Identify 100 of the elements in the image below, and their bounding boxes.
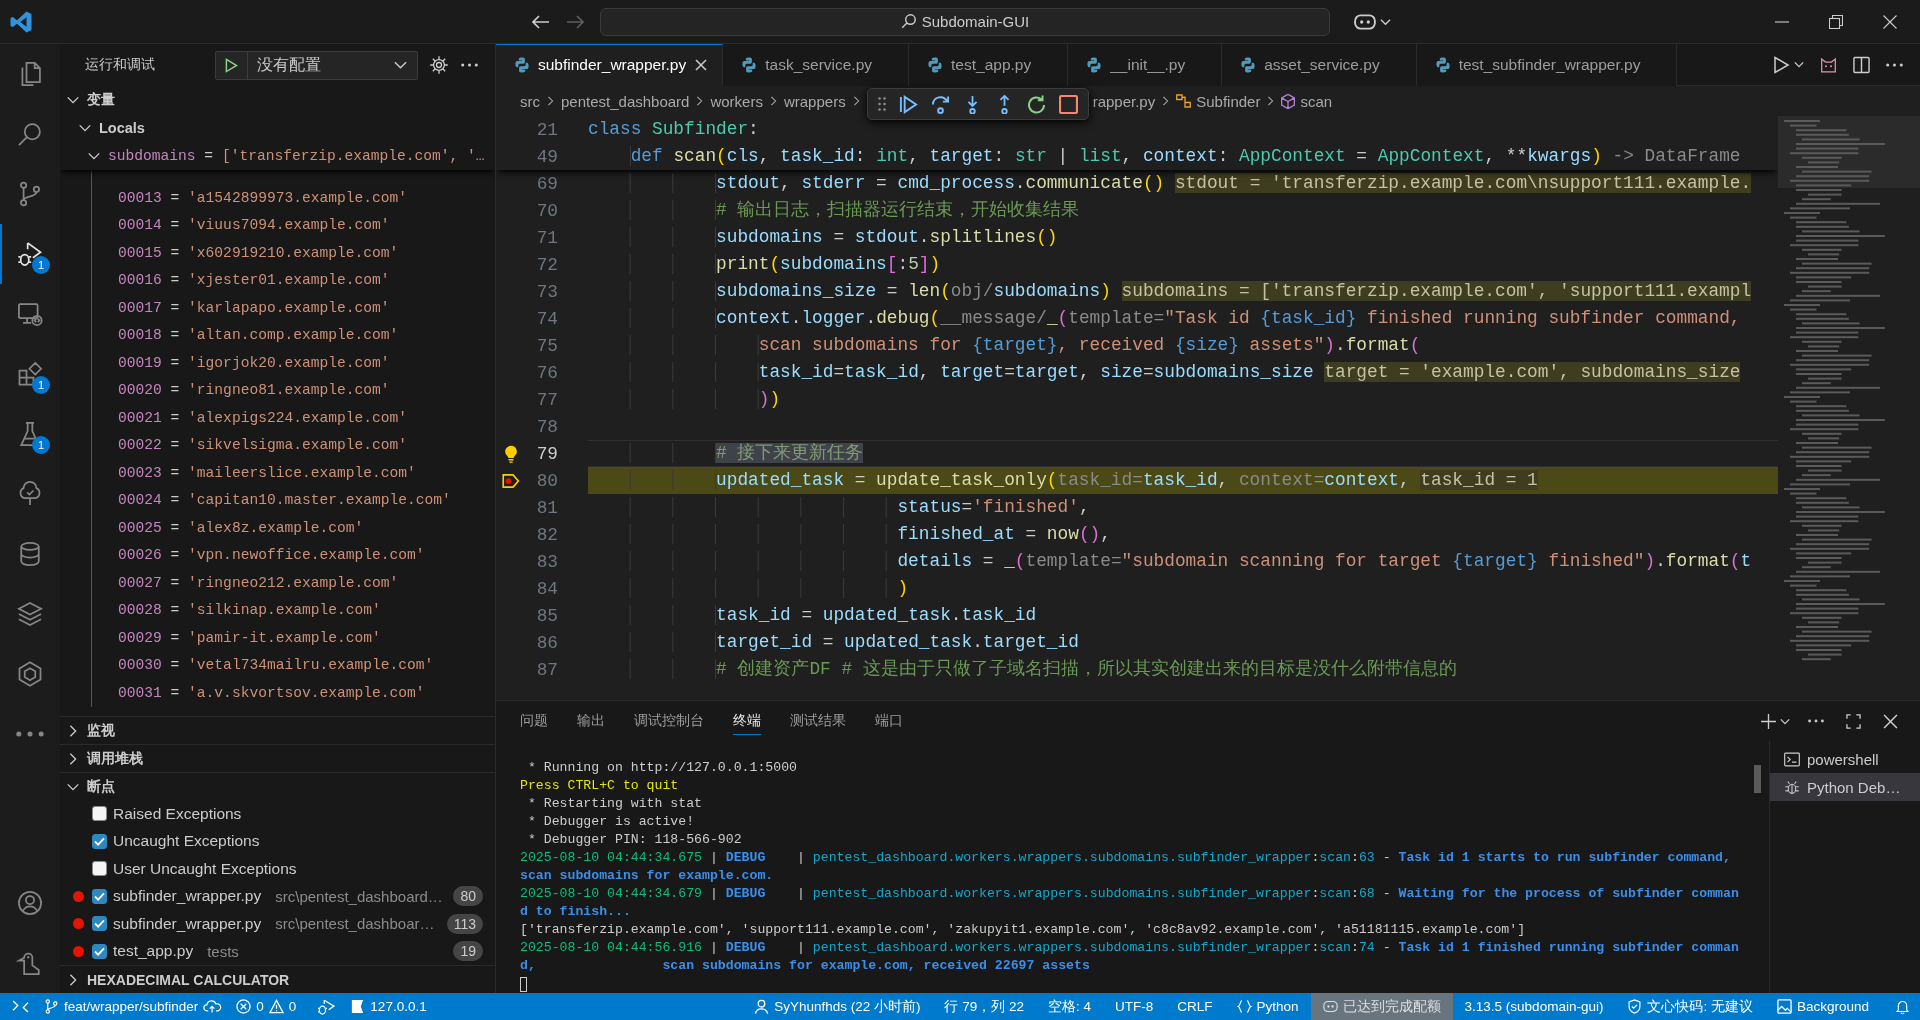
variable-entry[interactable]: 00014 = 'viuus7094.example.com': [118, 217, 390, 234]
lightbulb-icon[interactable]: [502, 444, 520, 463]
close-icon[interactable]: [695, 59, 708, 71]
language-status[interactable]: Python: [1224, 993, 1311, 1020]
checkbox[interactable]: [92, 888, 107, 904]
checkbox[interactable]: [92, 861, 107, 877]
variable-entry[interactable]: 00029 = 'pamir-it.example.com': [118, 629, 381, 646]
variable-entry[interactable]: 00020 = 'ringneo81.example.com': [118, 382, 390, 399]
stop-icon[interactable]: [1058, 94, 1078, 114]
variable-entry[interactable]: subdomains = ['transferzip.example.com', '…: [108, 148, 485, 164]
run-icon[interactable]: [1773, 55, 1790, 74]
variable-entry[interactable]: 00015 = 'x602919210.example.com': [118, 244, 399, 261]
settings-icon[interactable]: [429, 55, 449, 75]
variable-entry[interactable]: 00028 = 'silkinap.example.com': [118, 602, 381, 619]
author-status[interactable]: SyYhunfhds (22 小时前): [742, 993, 933, 1020]
variable-entry[interactable]: 00021 = 'alexpigs224.example.com': [118, 409, 408, 426]
caret-icon[interactable]: [1780, 717, 1790, 725]
background-status[interactable]: Background: [1764, 993, 1881, 1020]
terminal-session-item[interactable]: powershell: [1770, 745, 1920, 773]
monitor-icon[interactable]: [16, 300, 44, 328]
checkbox[interactable]: [92, 806, 107, 822]
section-header[interactable]: 监视: [60, 716, 495, 744]
editor-tab[interactable]: asset_service.py: [1222, 44, 1417, 86]
editor-tab[interactable]: test_app.py: [909, 44, 1069, 86]
breadcrumb-item[interactable]: workers: [710, 92, 763, 110]
breadcrumb-item[interactable]: Subfinder: [1176, 92, 1261, 110]
layers-icon[interactable]: [16, 600, 44, 628]
remote-icon[interactable]: [12, 1000, 29, 1013]
split-editor-icon[interactable]: [1853, 55, 1870, 74]
maximize-icon[interactable]: [1846, 713, 1861, 729]
continue-icon[interactable]: [898, 94, 918, 114]
restart-icon[interactable]: [1026, 94, 1046, 114]
breadcrumb-item[interactable]: wrappers: [783, 92, 846, 110]
interpreter-status[interactable]: 3.13.5 (subdomain-gui): [1452, 993, 1616, 1020]
panel-tab[interactable]: 终端: [733, 707, 761, 735]
close-icon[interactable]: [1883, 14, 1897, 29]
more-icon[interactable]: [1886, 62, 1903, 67]
variable-entry[interactable]: 00024 = 'capitan10.master.example.com': [118, 492, 451, 509]
problems-status[interactable]: 0 0: [229, 993, 304, 1020]
minimize-icon[interactable]: [1775, 20, 1789, 23]
breadcrumb-item[interactable]: rapper.py: [1092, 92, 1156, 110]
bell-icon[interactable]: [1895, 999, 1910, 1014]
cursor-position-status[interactable]: 行 79，列 22: [932, 993, 1036, 1020]
editor-tab[interactable]: task_service.py: [723, 44, 910, 86]
panel-tab[interactable]: 问题: [520, 707, 548, 735]
search-icon[interactable]: [16, 120, 44, 148]
gripper-icon[interactable]: [877, 97, 886, 111]
quota-status[interactable]: 已达到完成配额: [1310, 993, 1453, 1020]
restore-icon[interactable]: [1829, 14, 1843, 29]
variable-entry[interactable]: 00030 = 'vetal734mailru.example.com': [118, 657, 434, 674]
cat-face-icon[interactable]: [1820, 55, 1837, 74]
breadcrumb-item[interactable]: scan: [1281, 92, 1333, 110]
variable-entry[interactable]: 00017 = 'karlapapo.example.com': [118, 299, 390, 316]
close-icon[interactable]: [1883, 713, 1898, 729]
panel-tab[interactable]: 调试控制台: [634, 707, 704, 735]
section-header[interactable]: 断点: [60, 772, 495, 800]
variable-entry[interactable]: 00019 = 'igorjok20.example.com': [118, 354, 390, 371]
variable-entry[interactable]: 00013 = 'a1542899973.example.com': [118, 189, 408, 206]
panel-tab[interactable]: 测试结果: [790, 707, 846, 735]
variable-entry[interactable]: 00025 = 'alex8z.example.com': [118, 519, 364, 536]
arrow-left-icon[interactable]: [532, 14, 550, 29]
editor-tab[interactable]: subfinder_wrapper.py: [496, 44, 724, 86]
branch-status[interactable]: feat/wrapper/subfinder: [37, 993, 230, 1020]
section-header[interactable]: 调用堆栈: [60, 744, 495, 772]
port-status[interactable]: 127.0.0.1: [343, 993, 434, 1020]
indentation-status[interactable]: 空格: 4: [1036, 993, 1104, 1020]
encoding-status[interactable]: UTF-8: [1103, 993, 1166, 1020]
panel-tab[interactable]: 端口: [875, 707, 903, 735]
assistant-status[interactable]: 文心快码: 无建议: [1615, 993, 1765, 1020]
variable-entry[interactable]: 00016 = 'xjester01.example.com': [118, 272, 390, 289]
robot-face-icon[interactable]: [1354, 13, 1376, 30]
more-icon[interactable]: [461, 63, 478, 67]
checkbox[interactable]: [92, 943, 107, 959]
command-center[interactable]: Subdomain-GUI: [600, 7, 1330, 36]
editor-tab[interactable]: test_subfinder_wrapper.py: [1416, 44, 1678, 86]
plus-icon[interactable]: [1761, 713, 1776, 729]
play-bug-icon[interactable]: [16, 240, 44, 268]
caret-icon[interactable]: [1380, 17, 1391, 26]
step-over-icon[interactable]: [930, 94, 950, 114]
account-icon[interactable]: [16, 889, 44, 917]
variable-entry[interactable]: 00023 = 'maileerslice.example.com': [118, 464, 416, 481]
caret-icon[interactable]: [1794, 61, 1804, 68]
play-icon[interactable]: [225, 57, 238, 73]
variable-entry[interactable]: 00026 = 'vpn.newoffice.example.com': [118, 547, 425, 564]
variable-entry[interactable]: 00022 = 'sikvelsigma.example.com': [118, 437, 408, 454]
terminal-session-item[interactable]: Python Deb…: [1770, 773, 1920, 801]
section-header[interactable]: 变量: [60, 86, 495, 114]
variable-entry[interactable]: 00027 = 'ringneo212.example.com': [118, 574, 399, 591]
variable-entry[interactable]: 00031 = 'a.v.skvortsov.example.com': [118, 684, 425, 701]
breadcrumb-item[interactable]: src: [520, 92, 540, 110]
blocks-icon[interactable]: [16, 360, 44, 388]
breadcrumb-item[interactable]: pentest_dashboard: [561, 92, 690, 110]
editor-tab[interactable]: __init__.py: [1068, 44, 1223, 86]
variable-entry[interactable]: 00018 = 'altan.comp.example.com': [118, 327, 399, 344]
checkbox[interactable]: [92, 916, 107, 932]
scrollbar-thumb[interactable]: [1754, 765, 1761, 793]
scope-header[interactable]: Locals: [60, 114, 495, 142]
hexagon-icon[interactable]: [16, 660, 44, 688]
more-icon[interactable]: [16, 731, 44, 737]
line-ending-status[interactable]: CRLF: [1165, 993, 1225, 1020]
